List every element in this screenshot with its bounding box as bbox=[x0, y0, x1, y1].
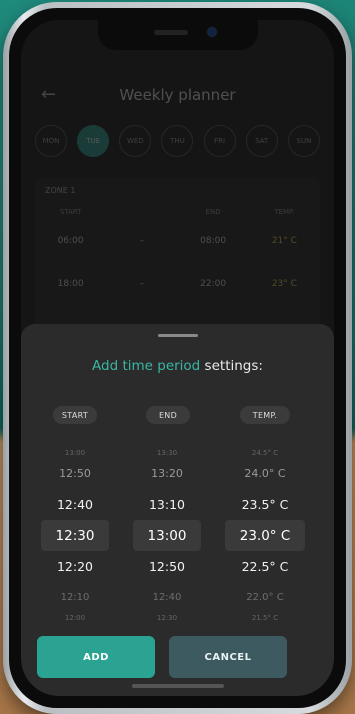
zone-card: ZONE 1 START END TEMP. 06:00 – 08:00 21°… bbox=[35, 178, 320, 328]
picker-labels: START END TEMP. bbox=[21, 406, 334, 426]
row-end: 08:00 bbox=[200, 236, 227, 246]
sheet-title-rest: settings: bbox=[200, 358, 263, 374]
picker-option[interactable]: 13:30 bbox=[129, 448, 205, 458]
start-label: START bbox=[53, 406, 97, 424]
end-time-picker[interactable]: 13:30 13:20 13:10 13:00 12:50 12:40 12:3… bbox=[129, 448, 205, 623]
picker-selected-option[interactable]: 13:00 bbox=[133, 520, 201, 551]
start-time-picker[interactable]: 13:00 12:50 12:40 12:30 12:20 12:10 12:0… bbox=[37, 448, 113, 623]
zone-row[interactable]: 18:00 – 22:00 23° C bbox=[35, 279, 320, 289]
row-end: 22:00 bbox=[200, 279, 227, 289]
day-thu[interactable]: THU bbox=[161, 125, 194, 157]
picker-option[interactable]: 13:00 bbox=[37, 448, 113, 458]
row-temp: 23° C bbox=[271, 279, 297, 289]
picker-option[interactable]: 21.5° C bbox=[221, 613, 309, 623]
speaker-grille bbox=[153, 30, 188, 35]
picker-option[interactable]: 13:10 bbox=[129, 489, 205, 520]
temp-label: TEMP. bbox=[240, 406, 290, 424]
picker-option[interactable]: 13:20 bbox=[129, 458, 205, 489]
front-camera bbox=[207, 28, 216, 36]
sheet-title: Add time period settings: bbox=[21, 358, 334, 374]
row-dash: – bbox=[139, 279, 145, 289]
day-sun[interactable]: SUN bbox=[287, 125, 320, 157]
zone-header-start: START bbox=[59, 208, 82, 216]
page-title: Weekly planner bbox=[119, 86, 236, 104]
zone-header-temp: TEMP. bbox=[274, 208, 295, 216]
day-selector: MON TUE WED THU FRI SAT SUN bbox=[35, 125, 320, 157]
zone-title: ZONE 1 bbox=[45, 186, 76, 195]
picker-option[interactable]: 12:30 bbox=[129, 613, 205, 623]
day-wed[interactable]: WED bbox=[119, 125, 152, 157]
time-period-sheet: Add time period settings: START END TEMP… bbox=[21, 324, 334, 696]
picker-option[interactable]: 12:20 bbox=[37, 551, 113, 582]
picker-selected-option[interactable]: 12:30 bbox=[41, 520, 109, 551]
app-header: ← Weekly planner bbox=[21, 82, 334, 112]
picker-option[interactable]: 12:10 bbox=[37, 582, 113, 613]
sheet-title-accent: Add time period bbox=[92, 358, 201, 374]
notch bbox=[97, 20, 258, 50]
picker-option[interactable]: 12:00 bbox=[37, 613, 113, 623]
picker-option[interactable]: 12:40 bbox=[37, 489, 113, 520]
zone-header: START END TEMP. bbox=[35, 208, 320, 216]
zone-row[interactable]: 06:00 – 08:00 21° C bbox=[35, 236, 320, 246]
row-temp: 21° C bbox=[271, 236, 297, 246]
row-dash: – bbox=[139, 236, 145, 246]
day-sat[interactable]: SAT bbox=[245, 125, 278, 157]
picker-option[interactable]: 22.5° C bbox=[221, 551, 309, 582]
day-fri[interactable]: FRI bbox=[203, 125, 236, 157]
day-tue[interactable]: TUE bbox=[77, 125, 110, 157]
row-start: 18:00 bbox=[57, 279, 84, 289]
home-indicator[interactable] bbox=[131, 684, 224, 688]
zone-header-sep bbox=[106, 208, 177, 216]
picker-option[interactable]: 24.0° C bbox=[221, 458, 309, 489]
phone-bezel: ← Weekly planner MON TUE WED THU FRI SAT… bbox=[9, 8, 346, 708]
cancel-button[interactable]: CANCEL bbox=[169, 636, 287, 678]
picker-option[interactable]: 22.0° C bbox=[221, 582, 309, 613]
add-button[interactable]: ADD bbox=[37, 636, 155, 678]
picker-selected-option[interactable]: 23.0° C bbox=[225, 520, 305, 551]
end-label: END bbox=[146, 406, 190, 424]
screen: ← Weekly planner MON TUE WED THU FRI SAT… bbox=[21, 20, 334, 696]
sheet-handle[interactable] bbox=[157, 334, 198, 337]
zone-header-end: END bbox=[205, 208, 221, 216]
picker-option[interactable]: 12:50 bbox=[129, 551, 205, 582]
picker-option[interactable]: 23.5° C bbox=[221, 489, 309, 520]
picker-option[interactable]: 24.5° C bbox=[221, 448, 309, 458]
picker-option[interactable]: 12:40 bbox=[129, 582, 205, 613]
day-mon[interactable]: MON bbox=[35, 125, 67, 157]
phone-frame: ← Weekly planner MON TUE WED THU FRI SAT… bbox=[3, 2, 352, 714]
temperature-picker[interactable]: 24.5° C 24.0° C 23.5° C 23.0° C 22.5° C … bbox=[221, 448, 309, 623]
picker-option[interactable]: 12:50 bbox=[37, 458, 113, 489]
row-start: 06:00 bbox=[57, 236, 84, 246]
